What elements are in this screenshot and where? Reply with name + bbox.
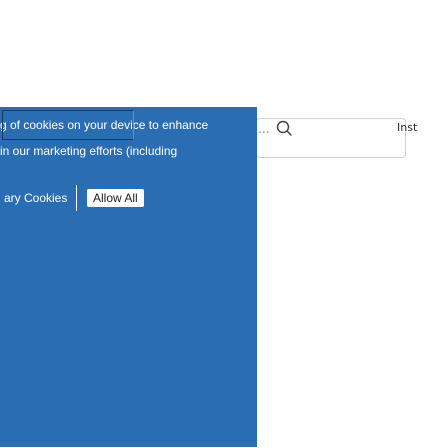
search-ellipsis: ... [258, 120, 270, 136]
cookie-message-line-2: in our marketing efforts (including [0, 144, 178, 158]
cookie-message-line-1: g of cookies on your device to enhance [0, 118, 209, 132]
button-divider [76, 185, 77, 211]
cookie-banner: g of cookies on your device to enhance i… [0, 107, 257, 447]
cookie-message: g of cookies on your device to enhance i… [0, 115, 257, 161]
allow-all-button[interactable]: Allow All [87, 189, 144, 207]
nav-link-insta[interactable]: Inst [397, 120, 417, 136]
necessary-cookies-button[interactable]: ary Cookies [0, 183, 71, 213]
search-icon[interactable] [274, 118, 294, 138]
